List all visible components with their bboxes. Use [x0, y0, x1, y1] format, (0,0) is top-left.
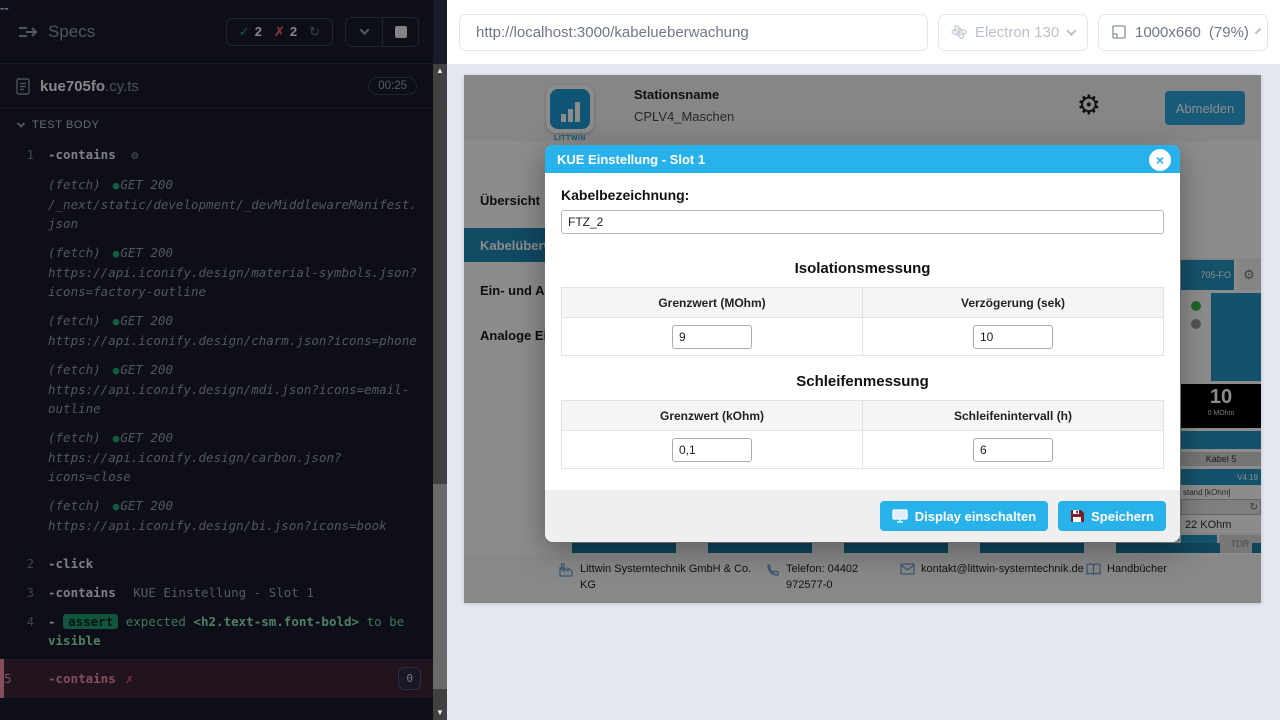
browser-name: Electron 130 — [975, 24, 1059, 41]
loop-col2-header: Schleifenintervall (h) — [863, 401, 1164, 431]
reporter-header: Specs ✓2 ✗2 ↻-- — [0, 0, 433, 64]
browser-chrome-bar: Electron 130 1000x660 (79%) — [447, 0, 1280, 64]
monitor-icon — [892, 509, 908, 523]
panel-gap — [433, 0, 447, 64]
iso-col2-header: Verzögerung (sek) — [863, 288, 1164, 318]
cable-label: Kabelbezeichnung: — [561, 187, 1164, 203]
stat-pending: ↻-- — [309, 24, 320, 40]
scroll-down-icon[interactable]: ▼ — [433, 706, 447, 720]
cypress-reporter-panel: Specs ✓2 ✗2 ↻-- kue705fo.cy.ts 00:25 TES… — [0, 0, 433, 720]
iso-heading: Isolationsmessung — [561, 260, 1164, 277]
modal-body: Kabelbezeichnung: Isolationsmessung Gren… — [545, 173, 1180, 478]
app-under-test: LITTWIN Stationsname CPLV4_Maschen ⚙ Abm… — [464, 75, 1261, 603]
viewport-zoom: (79%) — [1209, 24, 1249, 41]
chevron-down-icon — [1255, 27, 1261, 33]
url-input[interactable] — [460, 24, 927, 41]
display-on-button[interactable]: Display einschalten — [880, 501, 1048, 531]
iso-table: Grenzwert (MOhm) Verzögerung (sek) — [561, 287, 1164, 356]
modal-header: KUE Einstellung - Slot 1 × — [545, 145, 1180, 173]
browser-viewport: LITTWIN Stationsname CPLV4_Maschen ⚙ Abm… — [447, 64, 1280, 720]
cable-name-input[interactable] — [561, 210, 1164, 234]
scrollbar-thumb[interactable] — [433, 484, 447, 689]
modal-footer: Display einschalten Speichern — [545, 490, 1180, 542]
iso-col1-header: Grenzwert (MOhm) — [562, 288, 863, 318]
address-bar[interactable] — [459, 14, 928, 51]
loop-table: Grenzwert (kOhm) Schleifenintervall (h) — [561, 400, 1164, 469]
close-icon[interactable]: × — [1149, 149, 1171, 171]
kue-settings-modal: KUE Einstellung - Slot 1 × Kabelbezeichn… — [545, 145, 1180, 542]
loop-heading: Schleifenmessung — [561, 373, 1164, 390]
viewport-select[interactable]: 1000x660 (79%) — [1098, 14, 1268, 51]
browser-select[interactable]: Electron 130 — [938, 14, 1088, 51]
save-button[interactable]: Speichern — [1058, 501, 1166, 531]
electron-icon — [951, 24, 967, 40]
loop-interval-input[interactable] — [973, 438, 1053, 462]
modal-title: KUE Einstellung - Slot 1 — [557, 152, 705, 167]
ruler-icon — [1111, 24, 1127, 40]
iso-limit-input[interactable] — [672, 325, 752, 349]
floppy-icon — [1070, 509, 1084, 523]
loop-limit-input[interactable] — [672, 438, 752, 462]
reporter-scrollbar[interactable]: ▲ ▼ — [433, 64, 447, 720]
scroll-up-icon[interactable]: ▲ — [433, 64, 447, 78]
iso-delay-input[interactable] — [973, 325, 1053, 349]
chevron-down-icon — [1067, 26, 1077, 36]
test-stats: ✓2 ✗2 ↻-- — [226, 18, 333, 46]
viewport-size: 1000x660 — [1135, 24, 1201, 41]
loop-col1-header: Grenzwert (kOhm) — [562, 401, 863, 431]
